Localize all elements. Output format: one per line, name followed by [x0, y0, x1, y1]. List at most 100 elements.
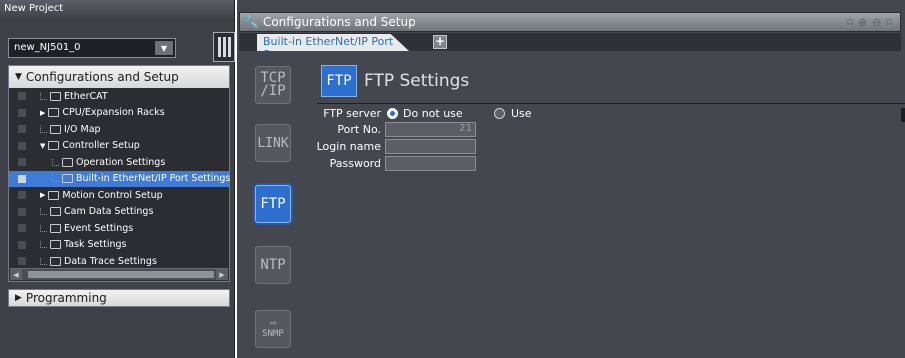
- checkbox[interactable]: [18, 174, 26, 183]
- login-name-field[interactable]: [385, 139, 476, 154]
- do-not-use-radio[interactable]: [387, 108, 398, 119]
- checkbox[interactable]: [18, 125, 26, 134]
- checkbox[interactable]: [18, 108, 26, 117]
- use-label[interactable]: Use: [511, 107, 532, 120]
- controller-device-icon[interactable]: [213, 32, 235, 62]
- link-category-button[interactable]: LINK: [255, 124, 291, 162]
- login-name-label: Login name: [316, 140, 381, 153]
- editor-title-bar: 🔧 Configurations and Setup ⌑ ⊕ ⊖ ⌑: [239, 12, 901, 32]
- tree-item[interactable]: ▼ Controller Setup: [9, 138, 229, 155]
- tree-item-label: Motion Control Setup: [62, 189, 163, 201]
- use-radio[interactable]: [494, 108, 505, 119]
- rack-icon: [48, 108, 60, 118]
- snmp-category-button[interactable]: ⇨ SNMP: [255, 310, 291, 348]
- device-row: new_NJ501_0 ▼: [8, 32, 235, 62]
- device-select[interactable]: new_NJ501_0 ▼: [8, 38, 176, 58]
- checkbox[interactable]: [18, 224, 26, 233]
- flag-icon: [50, 223, 61, 233]
- tree-item-label: Task Settings: [64, 239, 127, 251]
- port-field[interactable]: 21: [385, 122, 476, 137]
- ftp-category-button[interactable]: FTP: [255, 185, 291, 223]
- checkbox[interactable]: [18, 257, 26, 266]
- tree-item-label: Built-in EtherNet/IP Port Settings: [76, 173, 231, 185]
- checkbox[interactable]: [18, 191, 26, 200]
- tree-item[interactable]: Cam Data Settings: [9, 204, 229, 221]
- tree-item[interactable]: ▶ CPU/Expansion Racks: [9, 105, 229, 122]
- add-tab-button[interactable]: +: [433, 35, 447, 49]
- chevron-down-icon[interactable]: ▼: [155, 41, 173, 55]
- tree-item[interactable]: ▶ Motion Control Setup: [9, 187, 229, 204]
- twisty-icon[interactable]: ▶: [40, 191, 45, 199]
- editor-title: Configurations and Setup: [262, 15, 416, 29]
- horizontal-scrollbar[interactable]: ◀ ▶: [10, 268, 228, 280]
- tree-item-label: CPU/Expansion Racks: [62, 107, 165, 119]
- zoom-out-icon[interactable]: ⊖: [872, 16, 881, 29]
- tree-item-label: Cam Data Settings: [64, 206, 154, 218]
- operation-icon: [62, 157, 73, 167]
- tree-item[interactable]: EtherCAT: [9, 88, 229, 105]
- twisty-icon[interactable]: ▶: [40, 109, 45, 117]
- scroll-left-icon[interactable]: ◀: [10, 269, 22, 280]
- tree-line: [40, 241, 47, 249]
- tree-item-label: EtherCAT: [64, 90, 108, 102]
- wrench-icon: 🔧: [244, 15, 259, 29]
- device-name: new_NJ501_0: [14, 42, 81, 53]
- settings-header: FTP FTP Settings: [321, 62, 469, 100]
- tree-line: [52, 175, 59, 183]
- checkbox[interactable]: [18, 92, 26, 101]
- title-toolbar: ⌑ ⊕ ⊖ ⌑: [847, 16, 892, 29]
- explorer-title: New Project: [0, 0, 234, 22]
- tree-line: [40, 92, 47, 100]
- config-tree: EtherCAT ▶ CPU/Expansion Racks I/O Map ▼ Cont…: [9, 88, 231, 270]
- ip-label: /IP: [260, 83, 286, 99]
- ethernet-icon: [62, 174, 73, 184]
- task-icon: [50, 240, 61, 250]
- expand-triangle-icon[interactable]: ▶: [15, 293, 22, 303]
- tree-line: [40, 257, 47, 265]
- scroll-right-icon[interactable]: ▶: [216, 269, 228, 280]
- editor-tab-bar: Built-in EtherNet/IP Port Se +: [239, 33, 901, 51]
- multiview-explorer: New Project new_NJ501_0 ▼ ▼ Configuratio…: [0, 0, 235, 358]
- programming-label: Programming: [25, 291, 107, 305]
- editor-area: 🔧 Configurations and Setup ⌑ ⊕ ⊖ ⌑ Built…: [237, 0, 905, 358]
- scrollbar-thumb[interactable]: [28, 271, 214, 278]
- ftp-server-label: FTP server: [323, 107, 381, 120]
- password-field[interactable]: [385, 156, 476, 171]
- tcpip-category-button[interactable]: TCP/IP: [255, 66, 291, 104]
- checkbox[interactable]: [18, 240, 26, 249]
- snmp-arrow-icon: ⇨: [269, 316, 277, 329]
- panel-edge: [901, 108, 905, 122]
- trace-icon: [50, 256, 61, 266]
- tree-line: [40, 224, 47, 232]
- fit-width-icon[interactable]: ⌑: [886, 16, 892, 29]
- config-setup-label: Configurations and Setup: [25, 70, 179, 84]
- snmp-label: SNMP: [262, 329, 284, 339]
- zoom-in-icon[interactable]: ⊕: [858, 16, 867, 29]
- divider: [317, 103, 905, 104]
- tree-item[interactable]: Task Settings: [9, 237, 229, 254]
- programming-header[interactable]: ▶ Programming: [8, 289, 230, 307]
- tree-item[interactable]: Operation Settings: [9, 154, 229, 171]
- fit-icon[interactable]: ⌑: [847, 16, 853, 29]
- io-map-icon: [50, 124, 61, 134]
- tree-item-label: Event Settings: [64, 222, 134, 234]
- tree-line: [40, 125, 47, 133]
- twisty-icon[interactable]: ▼: [40, 142, 45, 150]
- checkbox[interactable]: [18, 141, 26, 150]
- checkbox[interactable]: [18, 158, 26, 167]
- tab-builtin-ethernet-ip[interactable]: Built-in EtherNet/IP Port Se: [257, 34, 409, 51]
- tree-line: [40, 208, 47, 216]
- collapse-triangle-icon[interactable]: ▼: [15, 72, 22, 82]
- settings-title: FTP Settings: [364, 71, 470, 91]
- do-not-use-label[interactable]: Do not use: [403, 107, 463, 120]
- ntp-category-button[interactable]: NTP: [255, 246, 291, 284]
- config-setup-header[interactable]: ▼ Configurations and Setup: [9, 66, 229, 88]
- tree-item[interactable]: Built-in EtherNet/IP Port Settings: [9, 170, 231, 187]
- ethercat-icon: [50, 91, 61, 101]
- tree-item-label: Operation Settings: [76, 156, 166, 168]
- tree-item[interactable]: Event Settings: [9, 220, 229, 237]
- tree-line: [52, 158, 59, 166]
- gear-icon: [48, 190, 60, 200]
- tree-item[interactable]: I/O Map: [9, 121, 229, 138]
- checkbox[interactable]: [18, 207, 26, 216]
